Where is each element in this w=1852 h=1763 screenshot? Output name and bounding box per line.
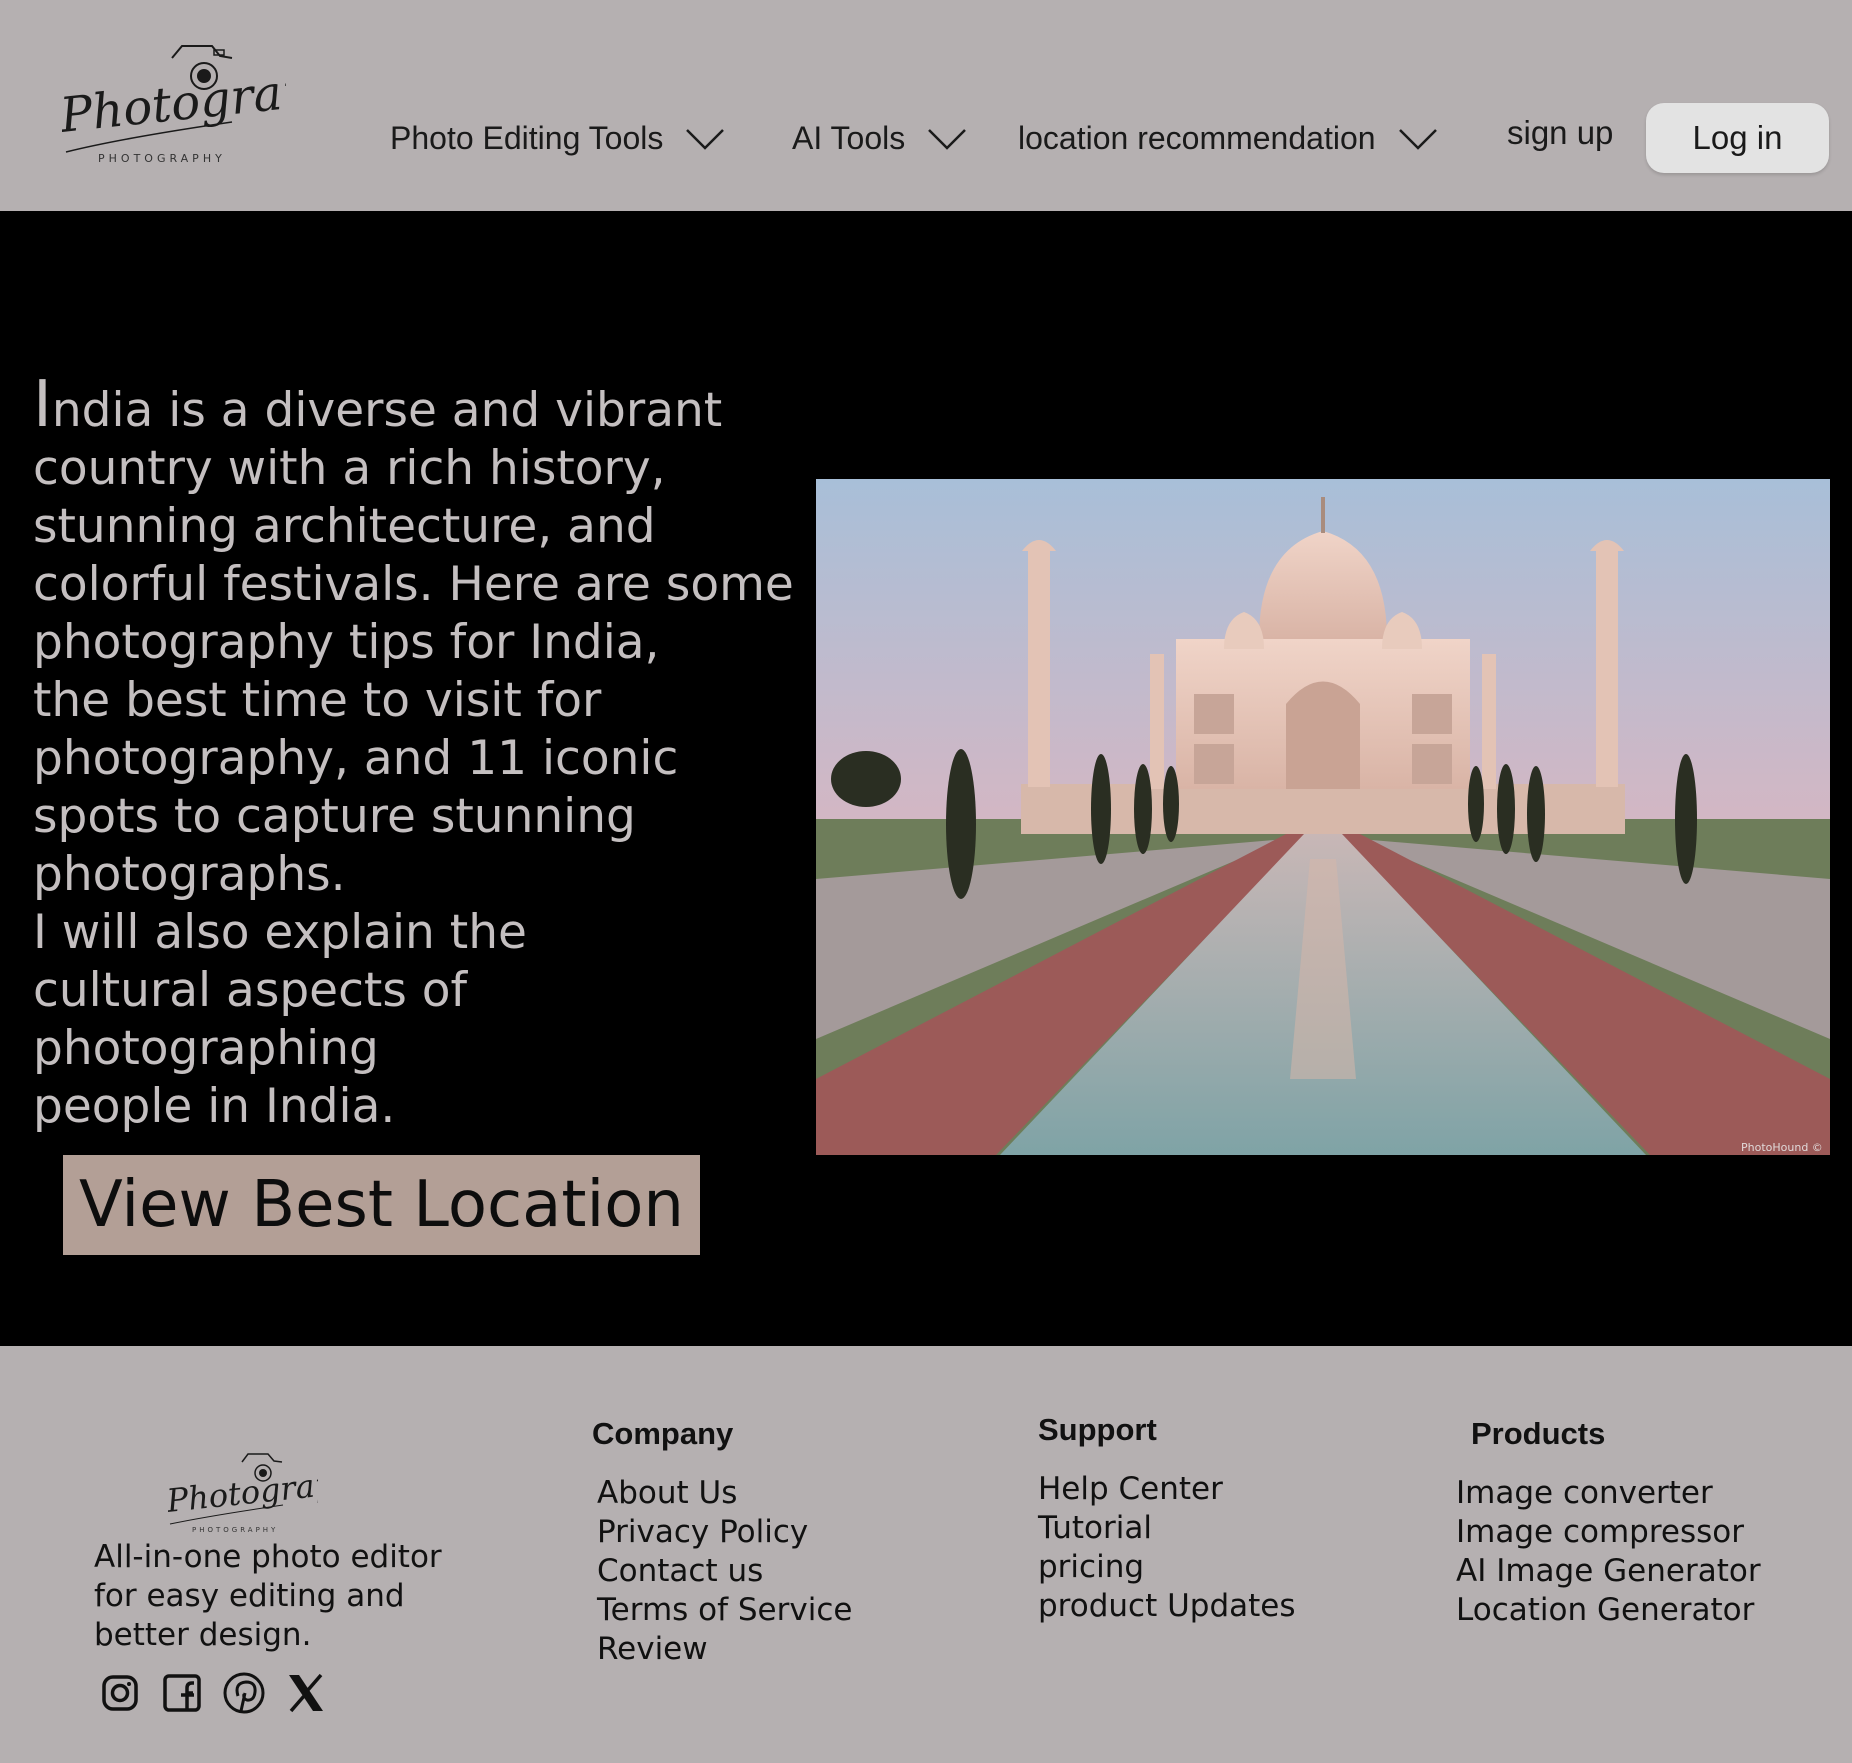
footer-link-privacy-policy[interactable]: Privacy Policy (597, 1513, 852, 1552)
nav-ai-tools[interactable]: AI Tools (792, 120, 967, 157)
instagram-icon[interactable] (98, 1671, 142, 1715)
nav-photo-editing-tools[interactable]: Photo Editing Tools (390, 120, 725, 157)
nav-label: AI Tools (792, 120, 906, 156)
signup-link[interactable]: sign up (1507, 114, 1613, 152)
hero-dropcap: I (33, 368, 52, 442)
footer-link-help-center[interactable]: Help Center (1038, 1470, 1296, 1509)
footer-link-tutorial[interactable]: Tutorial (1038, 1509, 1296, 1548)
nav-label: Photo Editing Tools (390, 120, 664, 156)
footer-link-ai-image-generator[interactable]: AI Image Generator (1456, 1552, 1761, 1591)
site-footer: Photography PHOTOGRAPHY All-in-one photo… (0, 1346, 1852, 1763)
camera-logo-icon: Photography PHOTOGRAPHY (56, 45, 374, 165)
image-watermark: PhotoHound © (1741, 1141, 1823, 1154)
svg-text:PHOTOGRAPHY: PHOTOGRAPHY (192, 1526, 278, 1534)
camera-logo-icon: Photography PHOTOGRAPHY (164, 1453, 376, 1534)
footer-heading-support: Support (1038, 1412, 1157, 1447)
footer-link-contact-us[interactable]: Contact us (597, 1552, 852, 1591)
nav-label: location recommendation (1018, 120, 1376, 156)
footer-company-links: About Us Privacy Policy Contact us Terms… (597, 1474, 852, 1669)
chevron-down-icon (928, 128, 967, 150)
facebook-icon[interactable] (160, 1671, 204, 1715)
x-icon[interactable] (284, 1671, 328, 1715)
hero-body-text: ndia is a diverse and vibrant country wi… (33, 383, 794, 1134)
taj-mahal-photo: PhotoHound © (816, 479, 1830, 1155)
site-header: Photography PHOTOGRAPHY Photo Editing To… (0, 0, 1852, 211)
view-best-location-button[interactable]: View Best Location (63, 1155, 700, 1255)
hero-description: India is a diverse and vibrant country w… (33, 373, 813, 1136)
hero-section: India is a diverse and vibrant country w… (0, 211, 1852, 1346)
footer-heading-products: Products (1471, 1416, 1606, 1451)
chevron-down-icon (686, 128, 725, 150)
footer-link-review[interactable]: Review (597, 1630, 852, 1669)
site-logo[interactable]: Photography PHOTOGRAPHY (56, 40, 374, 170)
chevron-down-icon (1398, 128, 1437, 150)
footer-support-links: Help Center Tutorial pricing product Upd… (1038, 1470, 1296, 1626)
footer-link-terms-of-service[interactable]: Terms of Service (597, 1591, 852, 1630)
footer-products-links: Image converter Image compressor AI Imag… (1456, 1474, 1761, 1630)
nav-location-recommendation[interactable]: location recommendation (1018, 120, 1438, 157)
footer-tagline: All-in-one photo editor for easy editing… (94, 1539, 442, 1653)
footer-link-pricing[interactable]: pricing (1038, 1548, 1296, 1587)
footer-link-about-us[interactable]: About Us (597, 1474, 852, 1513)
footer-logo[interactable]: Photography PHOTOGRAPHY (164, 1450, 376, 1536)
footer-link-location-generator[interactable]: Location Generator (1456, 1591, 1761, 1630)
footer-heading-company: Company (592, 1416, 734, 1451)
footer-link-image-converter[interactable]: Image converter (1456, 1474, 1761, 1513)
pinterest-icon[interactable] (222, 1671, 266, 1715)
footer-link-image-compressor[interactable]: Image compressor (1456, 1513, 1761, 1552)
login-button[interactable]: Log in (1646, 103, 1829, 173)
footer-link-product-updates[interactable]: product Updates (1038, 1587, 1296, 1626)
svg-text:PHOTOGRAPHY: PHOTOGRAPHY (98, 152, 226, 165)
